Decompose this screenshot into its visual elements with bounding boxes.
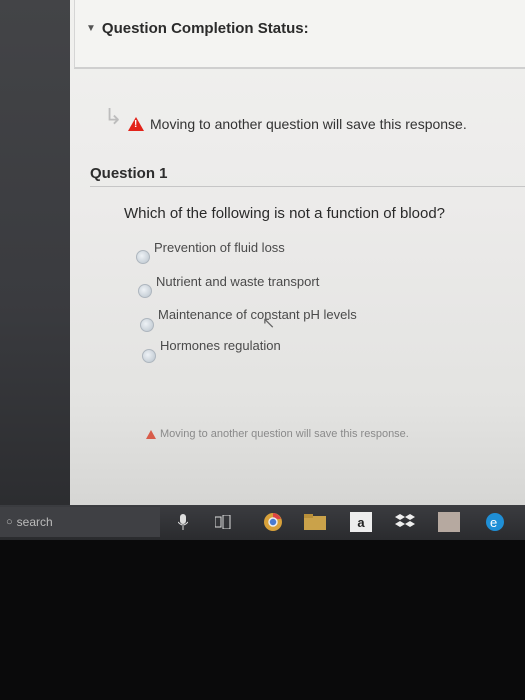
dropbox-icon[interactable]: [394, 512, 416, 532]
chrome-icon[interactable]: [262, 512, 284, 532]
question-title: Question 1: [90, 165, 168, 182]
microphone-icon[interactable]: [176, 512, 190, 532]
option-2-label[interactable]: Nutrient and waste transport: [156, 274, 319, 289]
edge-icon[interactable]: e: [484, 512, 506, 532]
footer-save-notice-text: Moving to another question will save thi…: [160, 428, 409, 440]
file-explorer-icon[interactable]: [304, 512, 326, 532]
svg-text:e: e: [490, 515, 497, 530]
option-text: Hormones regulation: [160, 338, 281, 353]
left-sidebar-dark: [0, 0, 70, 505]
screen: ▼ Question Completion Status: ↳ Moving t…: [0, 0, 525, 540]
taskbar-search[interactable]: ○ search: [0, 507, 160, 537]
radio-option-3[interactable]: [140, 318, 154, 332]
option-text: Nutrient and waste transport: [156, 274, 320, 289]
warning-icon: [146, 429, 156, 439]
save-notice-text: Moving to another question will save thi…: [150, 116, 467, 132]
app-icon[interactable]: [438, 512, 460, 532]
status-title: Question Completion Status:: [101, 20, 309, 37]
search-input[interactable]: search: [17, 515, 53, 529]
radio-option-2[interactable]: [138, 284, 152, 298]
radio-option-1[interactable]: [136, 250, 150, 264]
chevron-down-icon: ▼: [86, 23, 96, 34]
option-1-label[interactable]: Prevention of fluid loss: [154, 240, 285, 255]
save-notice: Moving to another question will save thi…: [128, 116, 467, 132]
cursor-icon: ↖: [262, 315, 276, 332]
warning-icon: [128, 117, 144, 131]
amazon-icon[interactable]: a: [350, 512, 372, 532]
task-view-icon[interactable]: [214, 512, 232, 532]
status-toggle[interactable]: ▼ Question Completion Status:: [86, 20, 309, 37]
option-4-label[interactable]: Hormones regulation: [160, 338, 281, 353]
option-text: Prevention of fluid loss: [154, 240, 285, 255]
question-header: Question 1: [90, 162, 525, 187]
search-icon: ○: [6, 516, 13, 528]
amazon-letter: a: [357, 514, 365, 530]
option-text: Maintenance of constant pH levels: [158, 307, 357, 322]
option-3-label[interactable]: Maintenance of constant pH levels: [158, 307, 357, 322]
radio-option-4[interactable]: [142, 349, 156, 363]
question-prompt: Which of the following is not a function…: [124, 205, 446, 222]
footer-save-notice: Moving to another question will save thi…: [146, 428, 409, 440]
return-arrow-icon: ↳: [104, 104, 123, 129]
monitor-bezel: [0, 540, 525, 700]
